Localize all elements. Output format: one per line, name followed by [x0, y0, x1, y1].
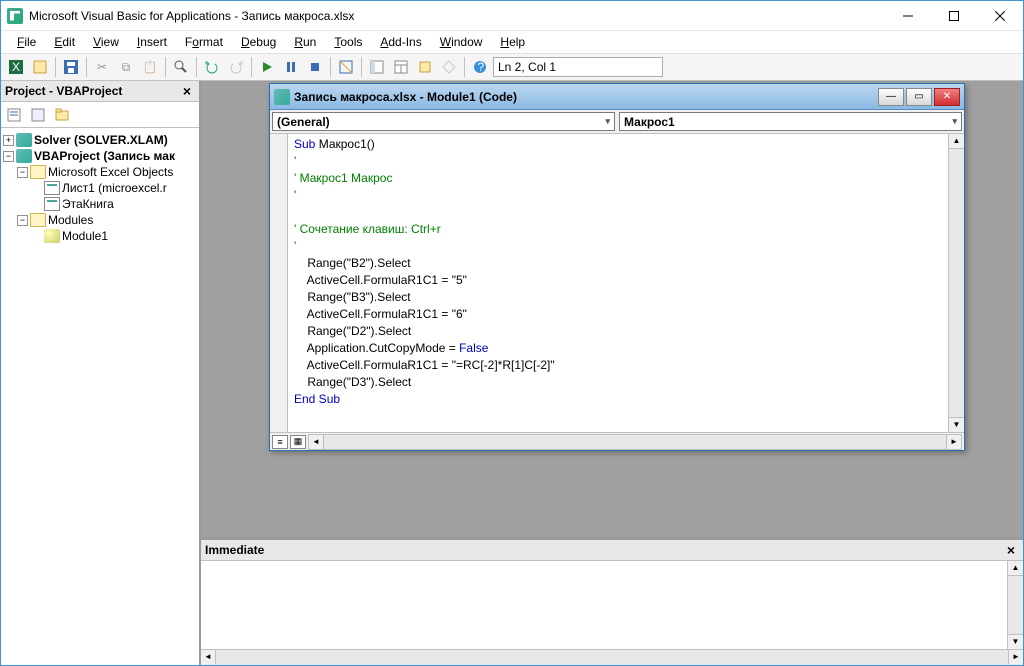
view-code-icon[interactable]	[3, 104, 25, 126]
app-title: Microsoft Visual Basic for Applications …	[29, 9, 885, 23]
immediate-window: Immediate ×	[201, 537, 1023, 665]
immediate-input[interactable]	[201, 561, 1007, 649]
project-explorer: Project - VBAProject × +Solver (SOLVER.X…	[1, 81, 201, 665]
code-body: Sub Макрос1() ' ' Макрос1 Макрос ' ' Соч…	[270, 134, 964, 432]
mdi-area: Запись макроса.xlsx - Module1 (Code) — ▭…	[201, 81, 1023, 537]
menu-edit[interactable]: Edit	[46, 33, 83, 51]
cursor-position-field: Ln 2, Col 1	[493, 57, 663, 77]
redo-icon[interactable]	[225, 56, 247, 78]
menu-view[interactable]: View	[85, 33, 127, 51]
code-vertical-scrollbar[interactable]	[948, 134, 964, 432]
vba-app-icon	[7, 8, 23, 24]
tree-solver[interactable]: +Solver (SOLVER.XLAM)	[3, 132, 197, 148]
maximize-button[interactable]	[931, 1, 977, 31]
project-tree[interactable]: +Solver (SOLVER.XLAM) −VBAProject (Запис…	[1, 128, 199, 665]
menu-tools[interactable]: Tools	[326, 33, 370, 51]
codewin-maximize-button[interactable]: ▭	[906, 88, 932, 106]
project-pane-title: Project - VBAProject ×	[1, 81, 199, 102]
code-bottom-bar: ≡ ▦	[270, 432, 964, 450]
help-icon[interactable]: ?	[469, 56, 491, 78]
immediate-close-icon[interactable]: ×	[1003, 542, 1019, 558]
tree-modules[interactable]: −Modules	[3, 212, 197, 228]
menu-file[interactable]: File	[9, 33, 44, 51]
code-window: Запись макроса.xlsx - Module1 (Code) — ▭…	[269, 83, 965, 451]
tree-vbaproject[interactable]: −VBAProject (Запись мак	[3, 148, 197, 164]
menu-window[interactable]: Window	[432, 33, 491, 51]
code-selectors: (General)▾ Макрос1▾	[270, 110, 964, 134]
immediate-horizontal-scrollbar[interactable]	[201, 649, 1023, 665]
design-mode-icon[interactable]	[335, 56, 357, 78]
find-icon[interactable]	[170, 56, 192, 78]
reset-icon[interactable]	[304, 56, 326, 78]
cut-icon[interactable]: ✂	[91, 56, 113, 78]
titlebar: Microsoft Visual Basic for Applications …	[1, 1, 1023, 31]
codewin-minimize-button[interactable]: —	[878, 88, 904, 106]
menu-help[interactable]: Help	[492, 33, 533, 51]
object-selector[interactable]: (General)▾	[272, 112, 615, 131]
paste-icon[interactable]: 📋	[139, 56, 161, 78]
object-browser-icon[interactable]	[414, 56, 436, 78]
immediate-title: Immediate ×	[201, 540, 1023, 561]
code-editor[interactable]: Sub Макрос1() ' ' Макрос1 Макрос ' ' Соч…	[288, 134, 948, 432]
properties-window-icon[interactable]	[390, 56, 412, 78]
toolbar-separator	[330, 57, 331, 77]
svg-text:X: X	[12, 60, 20, 74]
toggle-folders-icon[interactable]	[51, 104, 73, 126]
toolbar-separator	[86, 57, 87, 77]
code-horizontal-scrollbar[interactable]	[308, 434, 962, 450]
tree-thisworkbook[interactable]: ЭтаКнига	[3, 196, 197, 212]
toolbar: X ✂ ⧉ 📋 ? Ln 2, Col 1	[1, 53, 1023, 81]
chevron-down-icon: ▾	[605, 116, 610, 127]
svg-text:?: ?	[478, 60, 485, 74]
chevron-down-icon: ▾	[952, 116, 957, 127]
procedure-view-icon[interactable]: ≡	[272, 435, 288, 449]
copy-icon[interactable]: ⧉	[115, 56, 137, 78]
save-icon[interactable]	[60, 56, 82, 78]
project-pane-close-icon[interactable]: ×	[179, 83, 195, 99]
view-excel-icon[interactable]: X	[5, 56, 27, 78]
break-icon[interactable]	[280, 56, 302, 78]
menu-debug[interactable]: Debug	[233, 33, 284, 51]
menu-addins[interactable]: Add-Ins	[372, 33, 429, 51]
undo-icon[interactable]	[201, 56, 223, 78]
toolbar-separator	[196, 57, 197, 77]
menu-insert[interactable]: Insert	[129, 33, 175, 51]
run-sub-icon[interactable]	[256, 56, 278, 78]
toolbar-separator	[464, 57, 465, 77]
tree-sheet1[interactable]: Лист1 (microexcel.r	[3, 180, 197, 196]
code-window-title: Запись макроса.xlsx - Module1 (Code)	[294, 90, 876, 104]
menu-format[interactable]: Format	[177, 33, 231, 51]
module-icon	[274, 89, 290, 105]
full-module-view-icon[interactable]: ▦	[290, 435, 306, 449]
insert-module-dropdown-icon[interactable]	[29, 56, 51, 78]
toolbar-separator	[251, 57, 252, 77]
toolbox-icon[interactable]	[438, 56, 460, 78]
tree-module1[interactable]: Module1	[3, 228, 197, 244]
project-explorer-icon[interactable]	[366, 56, 388, 78]
project-toolbar	[1, 102, 199, 128]
menubar: File Edit View Insert Format Debug Run T…	[1, 31, 1023, 53]
view-object-icon[interactable]	[27, 104, 49, 126]
toolbar-separator	[361, 57, 362, 77]
code-margin	[270, 134, 288, 432]
code-titlebar[interactable]: Запись макроса.xlsx - Module1 (Code) — ▭…	[270, 84, 964, 110]
procedure-selector[interactable]: Макрос1▾	[619, 112, 962, 131]
toolbar-separator	[165, 57, 166, 77]
codewin-close-button[interactable]: ✕	[934, 88, 960, 106]
close-button[interactable]	[977, 1, 1023, 31]
minimize-button[interactable]	[885, 1, 931, 31]
toolbar-separator	[55, 57, 56, 77]
immediate-vertical-scrollbar[interactable]	[1007, 561, 1023, 649]
menu-run[interactable]: Run	[286, 33, 324, 51]
workspace: Запись макроса.xlsx - Module1 (Code) — ▭…	[201, 81, 1023, 665]
tree-excel-objects[interactable]: −Microsoft Excel Objects	[3, 164, 197, 180]
